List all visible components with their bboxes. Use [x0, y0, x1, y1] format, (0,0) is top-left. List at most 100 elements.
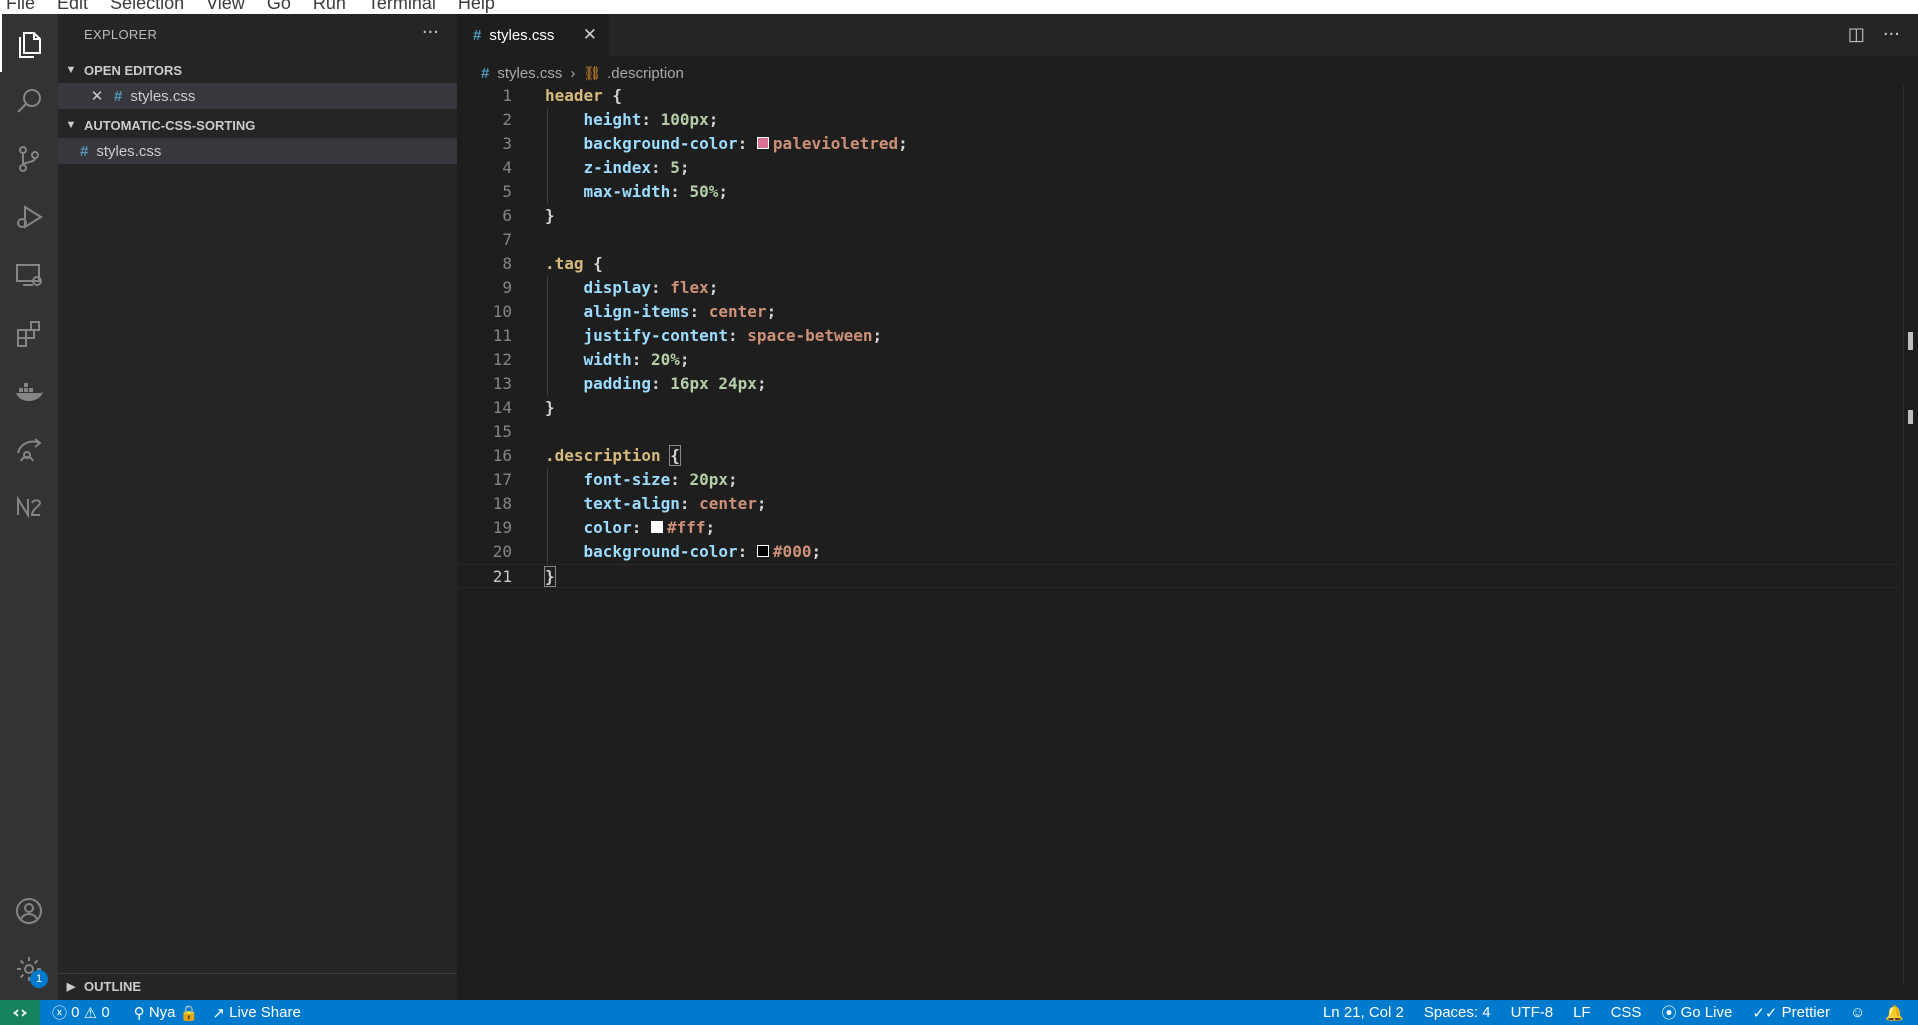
css-property: align-items	[584, 302, 690, 321]
live-share-icon[interactable]	[0, 420, 58, 478]
css-selector: .description	[545, 446, 661, 465]
css-property: background-color	[584, 134, 738, 153]
cursor-position[interactable]: Ln 21, Col 2	[1323, 1004, 1404, 1021]
line-number: 4	[457, 156, 512, 180]
code-line: 12 width: 20%;	[457, 348, 1897, 372]
branch-status[interactable]: ⚲ Nya 🔒	[134, 1004, 199, 1022]
color-swatch[interactable]	[651, 521, 663, 533]
open-editors-label: OPEN EDITORS	[84, 63, 182, 78]
feedback-icon[interactable]: ☺	[1850, 1004, 1865, 1021]
code-line: 6}	[457, 204, 1897, 228]
menu-help[interactable]: Help	[458, 0, 495, 14]
more-actions-icon[interactable]: ···	[1883, 24, 1900, 45]
accounts-icon[interactable]	[0, 882, 58, 940]
code-line: 10 align-items: center;	[457, 300, 1897, 324]
docker-icon[interactable]	[0, 362, 58, 420]
css-value: #fff	[667, 518, 706, 537]
line-number: 1	[457, 84, 512, 108]
prettier-status[interactable]: ✓✓ Prettier	[1752, 1004, 1830, 1022]
line-number: 14	[457, 396, 512, 420]
line-number: 9	[457, 276, 512, 300]
remote-indicator-icon[interactable]	[0, 1000, 40, 1025]
language-mode[interactable]: CSS	[1611, 1004, 1642, 1021]
encoding[interactable]: UTF-8	[1511, 1004, 1554, 1021]
breadcrumb-symbol[interactable]: .description	[607, 65, 684, 82]
menu-run[interactable]: Run	[313, 0, 346, 14]
breadcrumb-file[interactable]: styles.css	[497, 65, 562, 82]
run-debug-icon[interactable]	[0, 188, 58, 246]
tab-styles-css[interactable]: # styles.css ✕	[457, 14, 609, 56]
line-number: 20	[457, 540, 512, 564]
source-control-icon[interactable]	[0, 130, 58, 188]
split-editor-icon[interactable]: ◫	[1848, 24, 1865, 45]
warning-icon: ⚠	[80, 1004, 102, 1022]
css-property: font-size	[584, 470, 671, 489]
indentation[interactable]: Spaces: 4	[1424, 1004, 1491, 1021]
more-actions-icon[interactable]: ···	[422, 22, 439, 43]
css-file-icon: #	[114, 88, 122, 105]
color-swatch[interactable]	[757, 545, 769, 557]
menu-terminal[interactable]: Terminal	[368, 0, 436, 14]
menu-file[interactable]: File	[6, 0, 35, 14]
css-value: 50%	[690, 182, 719, 201]
line-number: 6	[457, 204, 512, 228]
sidebar-title: EXPLORER	[84, 27, 157, 42]
go-live-label: Go Live	[1681, 1004, 1733, 1021]
css-value: 5	[670, 158, 680, 177]
code-line: 7	[457, 228, 1897, 252]
line-number: 8	[457, 252, 512, 276]
chevron-right-icon: ▶	[58, 980, 84, 993]
settings-gear-icon[interactable]: 1	[0, 940, 58, 998]
css-property: justify-content	[584, 326, 729, 345]
code-editor[interactable]: 1header { 2 height: 100px; 3 background-…	[457, 84, 1897, 588]
line-number: 3	[457, 132, 512, 156]
color-swatch[interactable]	[757, 137, 769, 149]
line-number: 15	[457, 420, 512, 444]
notifications-icon[interactable]: 🔔	[1885, 1004, 1904, 1022]
chevron-down-icon: ▼	[58, 119, 84, 131]
search-icon[interactable]	[0, 72, 58, 130]
remote-explorer-icon[interactable]	[0, 246, 58, 304]
editor-scrollbar[interactable]	[1903, 84, 1918, 984]
css-property: max-width	[584, 182, 671, 201]
problems-status[interactable]: ⓧ 0 ⚠ 0	[52, 1002, 110, 1023]
explorer-sidebar: EXPLORER ··· ▼ OPEN EDITORS ✕ # styles.c…	[58, 14, 457, 1000]
menu-view[interactable]: View	[206, 0, 245, 14]
css-value: flex	[670, 278, 709, 297]
end-of-line[interactable]: LF	[1573, 1004, 1591, 1021]
css-file-icon: #	[481, 65, 489, 82]
close-tab-icon[interactable]: ✕	[583, 25, 597, 45]
code-line: 1header {	[457, 84, 1897, 108]
css-value: center	[699, 494, 757, 513]
line-number: 18	[457, 492, 512, 516]
n2-icon[interactable]	[0, 478, 58, 536]
css-value: 20%	[651, 350, 680, 369]
menu-edit[interactable]: Edit	[57, 0, 88, 14]
extensions-icon[interactable]	[0, 304, 58, 362]
folder-header[interactable]: ▼ AUTOMATIC-CSS-SORTING	[58, 113, 457, 137]
css-value: 20px	[690, 470, 729, 489]
live-share-button[interactable]: ↗ Live Share	[212, 1004, 300, 1022]
outline-header[interactable]: ▶ OUTLINE	[58, 973, 457, 998]
settings-badge: 1	[30, 970, 48, 988]
branch-name: Nya	[149, 1004, 176, 1021]
css-value: palevioletred	[773, 134, 898, 153]
menu-selection[interactable]: Selection	[110, 0, 184, 14]
explorer-icon[interactable]	[0, 14, 58, 72]
activity-bar: 1	[0, 14, 58, 1000]
css-value: 100px	[661, 110, 709, 129]
tab-bar: # styles.css ✕ ◫ ···	[457, 14, 1918, 56]
folder-file-item[interactable]: # styles.css	[58, 138, 457, 164]
open-editor-item[interactable]: ✕ # styles.css	[58, 83, 457, 109]
code-line: 16.description {	[457, 444, 1897, 468]
go-live-button[interactable]: ⦿ Go Live	[1661, 1002, 1732, 1023]
broadcast-icon: ⦿	[1661, 1002, 1680, 1023]
line-number: 21	[457, 565, 512, 589]
css-selector: .tag	[545, 254, 584, 273]
code-line: 14}	[457, 396, 1897, 420]
menu-go[interactable]: Go	[267, 0, 291, 14]
open-editors-header[interactable]: ▼ OPEN EDITORS	[58, 58, 457, 82]
close-icon[interactable]: ✕	[88, 87, 106, 105]
code-line: 17 font-size: 20px;	[457, 468, 1897, 492]
scroll-marker	[1908, 332, 1913, 350]
